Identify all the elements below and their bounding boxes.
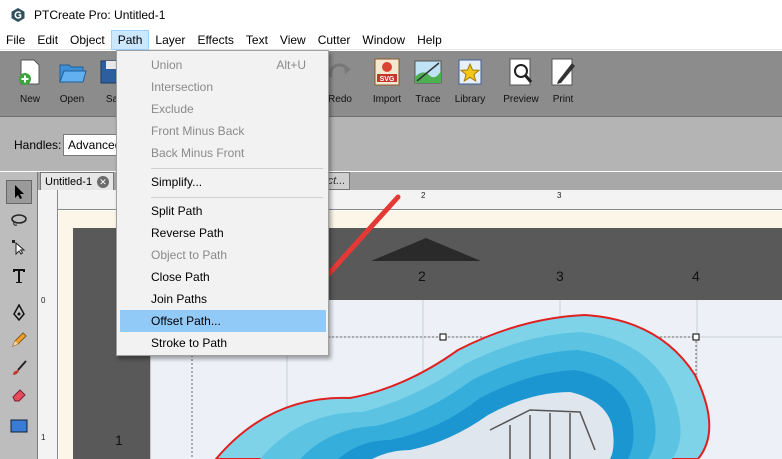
- menu-item-split-path[interactable]: Split Path: [120, 200, 326, 222]
- menu-item-union[interactable]: Union Alt+U: [120, 54, 326, 76]
- path-menu-dropdown: Union Alt+U Intersection Exclude Front M…: [116, 50, 329, 356]
- menu-item-object-to-path[interactable]: Object to Path: [120, 244, 326, 266]
- menu-separator: [151, 197, 323, 198]
- menu-item-reverse-path[interactable]: Reverse Path: [120, 222, 326, 244]
- menu-item-intersection[interactable]: Intersection: [120, 76, 326, 98]
- menu-item-close-path[interactable]: Close Path: [120, 266, 326, 288]
- menu-item-simplify[interactable]: Simplify...: [120, 171, 326, 193]
- union-shortcut: Alt+U: [276, 58, 306, 72]
- menu-item-front-minus-back[interactable]: Front Minus Back: [120, 120, 326, 142]
- menu-item-offset-path[interactable]: Offset Path...: [120, 310, 326, 332]
- menu-item-join-paths[interactable]: Join Paths: [120, 288, 326, 310]
- menu-separator: [151, 168, 323, 169]
- menu-item-exclude[interactable]: Exclude: [120, 98, 326, 120]
- menu-item-stroke-to-path[interactable]: Stroke to Path: [120, 332, 326, 354]
- union-label: Union: [151, 58, 183, 72]
- menu-item-back-minus-front[interactable]: Back Minus Front: [120, 142, 326, 164]
